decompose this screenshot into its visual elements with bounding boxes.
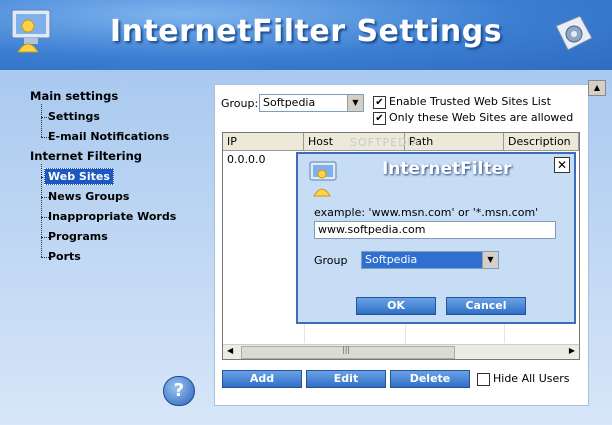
app-window: InternetFilter Settings Main settings Se…: [0, 0, 612, 425]
dialog-group-value: Softpedia: [365, 253, 418, 266]
dialog-group-select[interactable]: Softpedia ▼: [361, 251, 499, 269]
ok-button[interactable]: OK: [356, 297, 436, 315]
hide-all-users-label: Hide All Users: [493, 372, 570, 385]
column-header-description[interactable]: Description: [504, 133, 579, 151]
horizontal-scrollbar[interactable]: ◀ ||| ▶: [223, 344, 579, 359]
nav-section-internet-filtering[interactable]: Internet Filtering: [30, 149, 142, 163]
sidebar-item-email-notifications[interactable]: E-mail Notifications: [48, 130, 169, 143]
sidebar-item-programs[interactable]: Programs: [48, 230, 108, 243]
enable-trusted-label: Enable Trusted Web Sites List: [389, 95, 551, 108]
cancel-button[interactable]: Cancel: [446, 297, 526, 315]
edit-button[interactable]: Edit: [306, 370, 386, 388]
add-button[interactable]: Add: [222, 370, 302, 388]
user-computer-icon: [309, 161, 337, 197]
only-these-label: Only these Web Sites are allowed: [389, 111, 574, 124]
cell-ip: 0.0.0.0: [227, 153, 266, 166]
chevron-down-icon[interactable]: ▼: [347, 95, 363, 111]
app-title: InternetFilter Settings: [109, 14, 503, 49]
sidebar-item-web-sites[interactable]: Web Sites: [44, 168, 114, 185]
scroll-right-icon[interactable]: ▶: [569, 346, 575, 355]
group-select-value: Softpedia: [263, 96, 316, 109]
chevron-down-icon[interactable]: ▼: [482, 252, 498, 268]
enable-trusted-checkbox[interactable]: ✔: [373, 96, 386, 109]
add-site-dialog: InternetFilter ✕ example: 'www.msn.com' …: [296, 152, 576, 324]
nav-section-main-settings[interactable]: Main settings: [30, 89, 118, 103]
group-select[interactable]: Softpedia ▼: [259, 94, 364, 112]
only-these-checkbox[interactable]: ✔: [373, 112, 386, 125]
close-icon[interactable]: ✕: [554, 157, 570, 173]
sidebar-item-news-groups[interactable]: News Groups: [48, 190, 129, 203]
column-header-ip[interactable]: IP: [223, 133, 304, 151]
sidebar-item-settings[interactable]: Settings: [48, 110, 100, 123]
grip-icon: |||: [342, 345, 351, 354]
sidebar-item-inappropriate-words[interactable]: Inappropriate Words: [48, 210, 176, 223]
host-input[interactable]: www.softpedia.com: [314, 221, 556, 239]
dialog-example-text: example: 'www.msn.com' or '*.msn.com': [314, 206, 539, 219]
sidebar-item-ports[interactable]: Ports: [48, 250, 81, 263]
header-banner: InternetFilter Settings: [0, 0, 612, 70]
delete-button[interactable]: Delete: [390, 370, 470, 388]
tree-line: [41, 104, 42, 137]
group-label: Group:: [221, 97, 259, 110]
settings-gear-icon: [555, 15, 593, 51]
scroll-up-icon[interactable]: ▲: [588, 80, 606, 96]
hide-all-users-checkbox[interactable]: [477, 373, 490, 386]
scrollbar-thumb[interactable]: |||: [241, 345, 455, 359]
dialog-title: InternetFilter: [382, 159, 512, 179]
scroll-left-icon[interactable]: ◀: [227, 346, 233, 355]
dialog-group-label: Group: [314, 254, 348, 267]
watermark: SOFTPEDIA: [350, 136, 421, 149]
help-icon[interactable]: ?: [163, 376, 195, 406]
